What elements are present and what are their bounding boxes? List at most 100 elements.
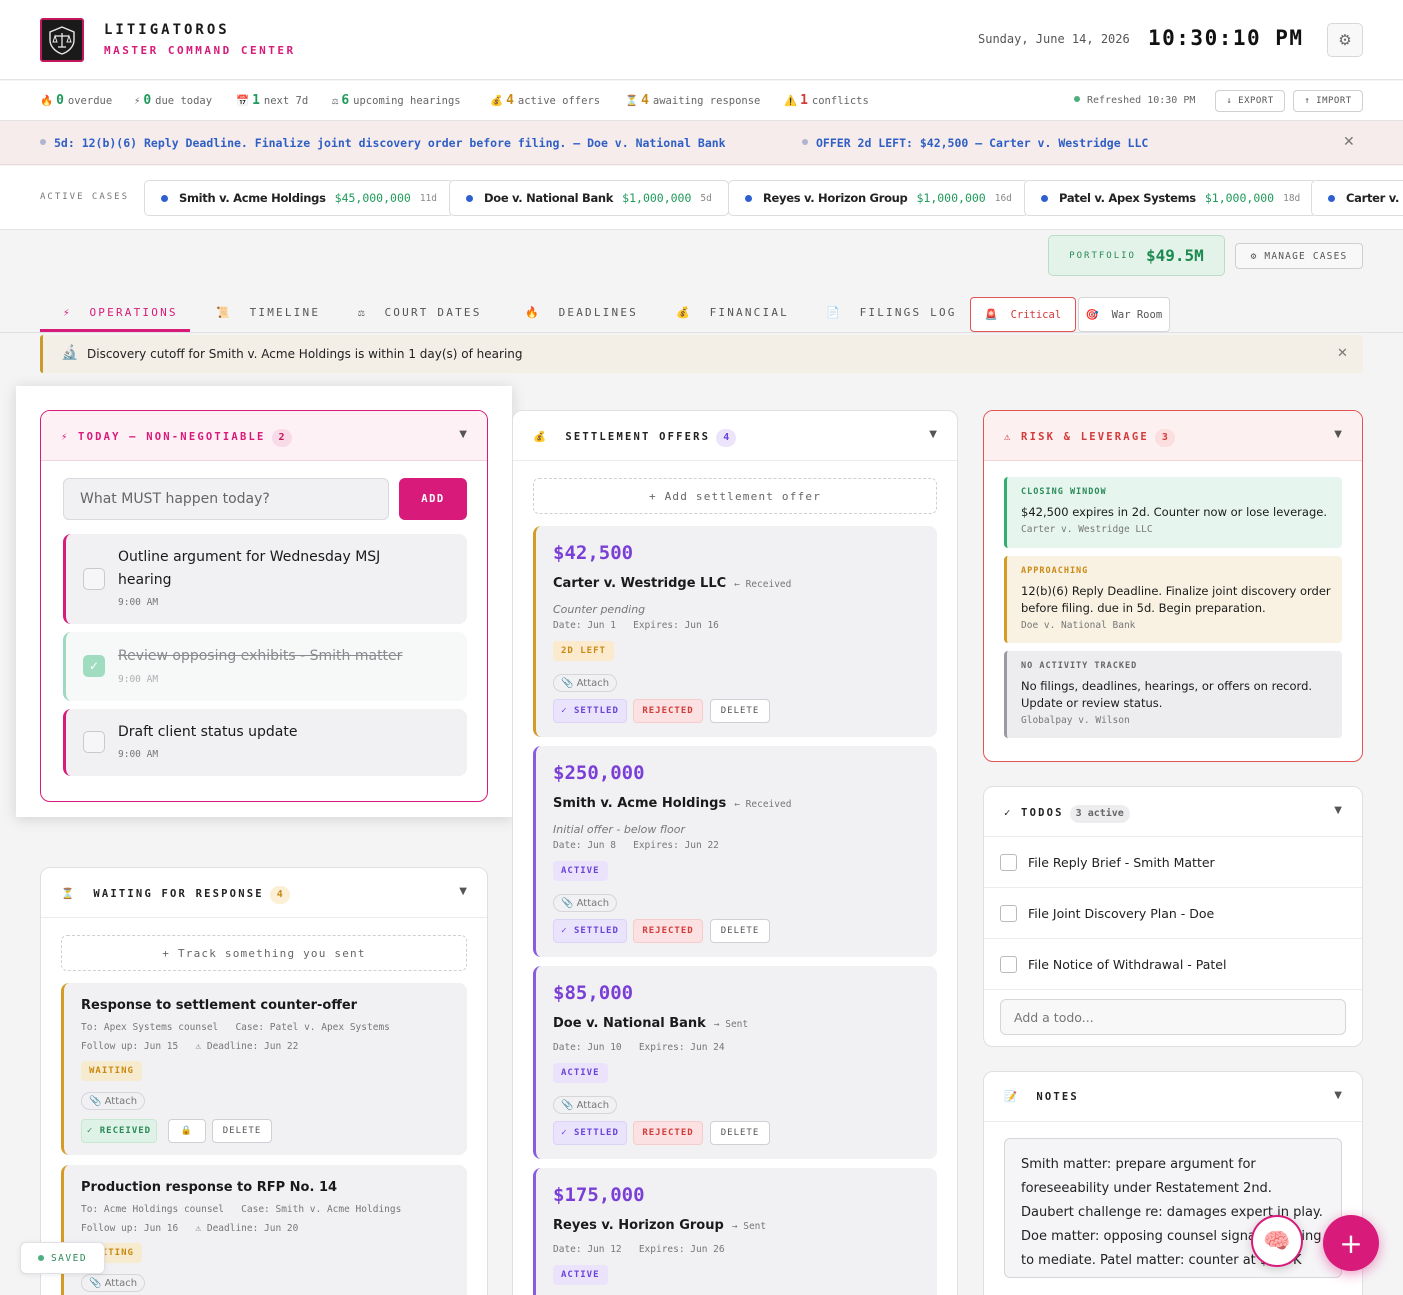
tab-filings-log[interactable]: 📄 FILINGS LOG xyxy=(826,306,957,319)
offers-title: SETTLEMENT OFFERS xyxy=(565,431,711,443)
alert-close-icon[interactable]: ✕ xyxy=(1337,346,1348,361)
task-checkbox[interactable] xyxy=(83,731,105,753)
todo-item[interactable]: File Notice of Withdrawal - Patel xyxy=(984,939,1362,990)
stat-next-7d[interactable]: 📅 1 next 7d xyxy=(236,93,308,108)
delete-button[interactable]: DELETE xyxy=(710,919,770,943)
offers-header[interactable]: 💰 SETTLEMENT OFFERS 4 ▼ xyxy=(513,411,957,461)
manage-cases-button[interactable]: ⚙ MANAGE CASES xyxy=(1235,243,1363,269)
stat-awaiting[interactable]: ⏳ 4 awaiting response xyxy=(625,93,760,108)
collapse-chevron-icon[interactable]: ▼ xyxy=(929,429,937,440)
todo-checkbox[interactable] xyxy=(1000,956,1017,973)
tab-critical[interactable]: 🚨 Critical xyxy=(970,297,1076,332)
today-panel: ⚡ TODAY — NON-NEGOTIABLE 2 ▼ What MUST ha… xyxy=(40,410,488,802)
rejected-button[interactable]: REJECTED xyxy=(633,699,703,723)
today-task[interactable]: ✓ Review opposing exhibits - Smith matte… xyxy=(63,632,467,701)
todos-title: ✓ TODOS xyxy=(1004,807,1064,819)
track-sent-button[interactable]: + Track something you sent xyxy=(61,935,467,971)
attach-button[interactable]: 📎 Attach xyxy=(553,894,618,912)
risk-item[interactable]: CLOSING WINDOW $42,500 expires in 2d. Co… xyxy=(1004,477,1342,548)
settings-button[interactable]: ⚙ xyxy=(1327,23,1363,57)
risk-title: ⚠ RISK & LEVERAGE xyxy=(1004,431,1149,443)
settled-button[interactable]: ✓ SETTLED xyxy=(553,1121,627,1145)
add-todo-input[interactable]: Add a todo... xyxy=(1000,999,1346,1035)
tab-war-room[interactable]: 🎯 War Room xyxy=(1078,297,1170,332)
case-chip[interactable]: Smith v. Acme Holdings $45,000,000 11d xyxy=(144,180,454,216)
task-checkbox-checked[interactable]: ✓ xyxy=(83,655,105,677)
todo-item[interactable]: File Reply Brief - Smith Matter xyxy=(984,837,1362,888)
today-header[interactable]: ⚡ TODAY — NON-NEGOTIABLE 2 ▼ xyxy=(41,411,487,461)
attach-button[interactable]: 📎 Attach xyxy=(81,1274,146,1292)
tab-financial[interactable]: 💰 FINANCIAL xyxy=(676,306,789,319)
rejected-button[interactable]: REJECTED xyxy=(633,1121,703,1145)
ticker-close-icon[interactable]: ✕ xyxy=(1343,134,1355,150)
risk-header[interactable]: ⚠ RISK & LEVERAGE 3 ▼ xyxy=(984,411,1362,461)
attach-button[interactable]: 📎 Attach xyxy=(81,1092,146,1110)
today-task[interactable]: Outline argument for Wednesday MSJ heari… xyxy=(63,534,467,624)
delete-button[interactable]: DELETE xyxy=(710,699,770,723)
brand-name: LITIGATOROS xyxy=(104,22,230,38)
tab-court-dates[interactable]: ⚖ COURT DATES xyxy=(358,306,482,319)
ticker-item[interactable]: OFFER 2d LEFT: $42,500 — Carter v. Westr… xyxy=(802,136,1148,150)
tab-operations[interactable]: ⚡ OPERATIONS xyxy=(63,306,178,319)
task-text: Draft client status update xyxy=(118,724,298,740)
todo-checkbox[interactable] xyxy=(1000,854,1017,871)
notes-header[interactable]: 📝 NOTES ▼ xyxy=(984,1072,1362,1122)
settled-button[interactable]: ✓ SETTLED xyxy=(553,699,627,723)
settled-button[interactable]: ✓ SETTLED xyxy=(553,919,627,943)
stat-due-today[interactable]: ⚡ 0 due today xyxy=(134,93,212,108)
lock-icon[interactable]: 🔒 xyxy=(168,1119,206,1143)
collapse-chevron-icon[interactable]: ▼ xyxy=(1334,429,1342,440)
attach-button[interactable]: 📎 Attach xyxy=(553,1096,618,1114)
case-chip[interactable]: Carter v. W xyxy=(1311,180,1403,216)
offer-card: $85,000 Doe v. National Bank → Sent Date:… xyxy=(533,966,937,1159)
todos-panel: ✓ TODOS 3 active ▼ File Reply Brief - Smi… xyxy=(983,786,1363,1047)
stat-conflicts[interactable]: ⚠️ 1 conflicts xyxy=(784,93,869,108)
collapse-chevron-icon[interactable]: ▼ xyxy=(1334,805,1342,816)
today-task-input[interactable]: What MUST happen today? xyxy=(63,478,389,520)
task-checkbox[interactable] xyxy=(83,568,105,590)
case-chip[interactable]: Doe v. National Bank $1,000,000 5d xyxy=(449,180,729,216)
collapse-chevron-icon[interactable]: ▼ xyxy=(459,429,467,440)
add-fab-button[interactable]: + xyxy=(1323,1215,1379,1271)
received-button[interactable]: ✓ RECEIVED xyxy=(81,1119,157,1143)
offer-note: Initial offer - below floor xyxy=(553,823,685,836)
risk-leverage-panel: ⚠ RISK & LEVERAGE 3 ▼ CLOSING WINDOW $42,… xyxy=(983,410,1363,762)
risk-item[interactable]: NO ACTIVITY TRACKED No filings, deadline… xyxy=(1004,651,1342,738)
todos-count: 3 active xyxy=(1069,805,1130,823)
stat-overdue[interactable]: 🔥 0 overdue xyxy=(40,93,112,108)
attach-button[interactable]: 📎 Attach xyxy=(553,674,618,692)
tab-deadlines[interactable]: 🔥 DEADLINES xyxy=(525,306,638,319)
delete-button[interactable]: DELETE xyxy=(212,1119,272,1143)
rejected-button[interactable]: REJECTED xyxy=(633,919,703,943)
case-chip[interactable]: Reyes v. Horizon Group $1,000,000 16d xyxy=(728,180,1029,216)
waiting-item-dates: Follow up: Jun 15 ⚠ Deadline: Jun 22 xyxy=(81,1041,299,1052)
stat-hearings[interactable]: ⚖ 6 upcoming hearings xyxy=(332,93,461,108)
add-task-button[interactable]: ADD xyxy=(399,478,467,520)
waiting-header[interactable]: ⏳ WAITING FOR RESPONSE 4 ▼ xyxy=(41,868,487,918)
ticker-item[interactable]: 5d: 12(b)(6) Reply Deadline. Finalize jo… xyxy=(40,136,726,150)
import-button[interactable]: ↑ IMPORT xyxy=(1293,90,1363,112)
collapse-chevron-icon[interactable]: ▼ xyxy=(459,886,467,897)
delete-button[interactable]: DELETE xyxy=(710,1121,770,1145)
waiting-item-meta: To: Acme Holdings counsel Case: Smith v.… xyxy=(81,1204,402,1215)
waiting-item-title: Production response to RFP No. 14 xyxy=(81,1180,338,1195)
todo-checkbox[interactable] xyxy=(1000,905,1017,922)
todos-header[interactable]: ✓ TODOS 3 active ▼ xyxy=(984,787,1362,837)
risk-item[interactable]: APPROACHING 12(b)(6) Reply Deadline. Fin… xyxy=(1004,556,1342,643)
export-button[interactable]: ↓ EXPORT xyxy=(1215,90,1285,112)
risk-item-label: NO ACTIVITY TRACKED xyxy=(1021,661,1138,671)
collapse-chevron-icon[interactable]: ▼ xyxy=(1334,1090,1342,1101)
tabs-divider xyxy=(0,332,1403,333)
todo-item[interactable]: File Joint Discovery Plan - Doe xyxy=(984,888,1362,939)
case-chip[interactable]: Patel v. Apex Systems $1,000,000 18d xyxy=(1024,180,1318,216)
add-offer-button[interactable]: + Add settlement offer xyxy=(533,478,937,514)
tab-timeline[interactable]: 📜 TIMELINE xyxy=(216,306,320,319)
scales-logo-icon xyxy=(40,18,84,62)
status-badge: ACTIVE xyxy=(553,1063,608,1083)
offer-amount: $250,000 xyxy=(553,762,645,784)
brain-icon[interactable]: 🧠 xyxy=(1251,1215,1303,1267)
offer-case: Reyes v. Horizon Group → Sent xyxy=(553,1218,767,1233)
today-task[interactable]: Draft client status update 9:00 AM xyxy=(63,709,467,776)
stat-active-offers[interactable]: 💰 4 active offers xyxy=(490,93,600,108)
offers-count: 4 xyxy=(716,429,737,447)
